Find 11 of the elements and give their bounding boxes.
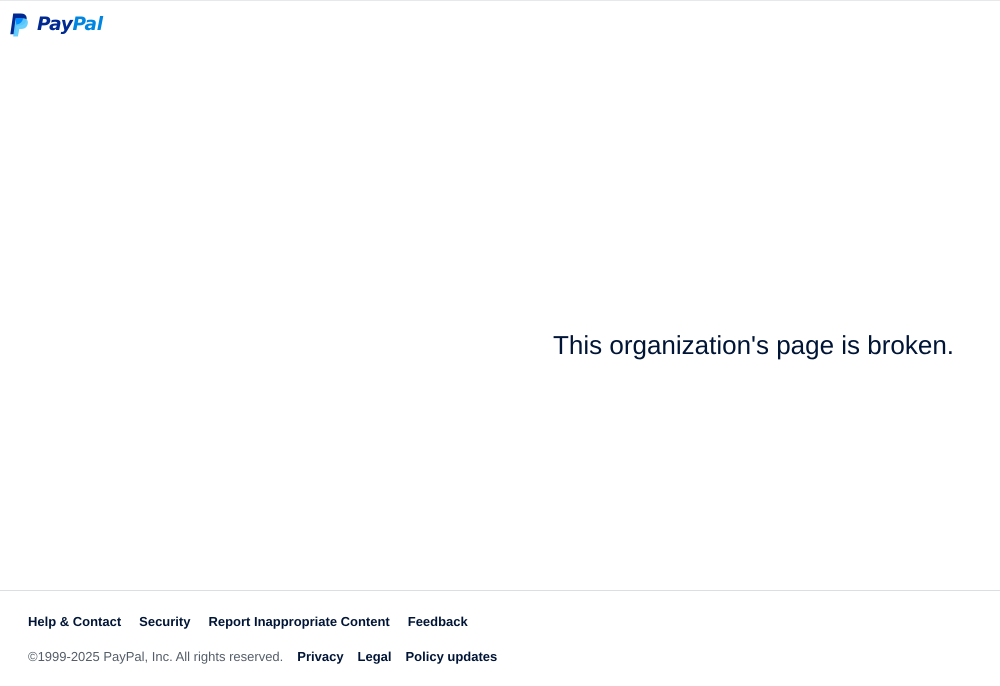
p-logo-icon	[10, 13, 30, 37]
legal-link[interactable]: Privacy	[297, 649, 344, 665]
footer-link[interactable]: Security	[139, 614, 190, 630]
footer-link[interactable]: Feedback	[408, 614, 468, 630]
paypal-wordmark: PayPal	[37, 14, 103, 36]
error-message: This organization's page is broken.	[553, 328, 954, 360]
copyright-text: ©1999-2025 PayPal, Inc. All rights reserved.	[28, 649, 284, 665]
legal-link[interactable]: Policy updates	[406, 649, 498, 665]
footer-link[interactable]: Report Inappropriate Content	[208, 614, 390, 630]
legal-link[interactable]: Legal	[358, 649, 392, 665]
footer-link[interactable]: Help & Contact	[28, 614, 122, 630]
